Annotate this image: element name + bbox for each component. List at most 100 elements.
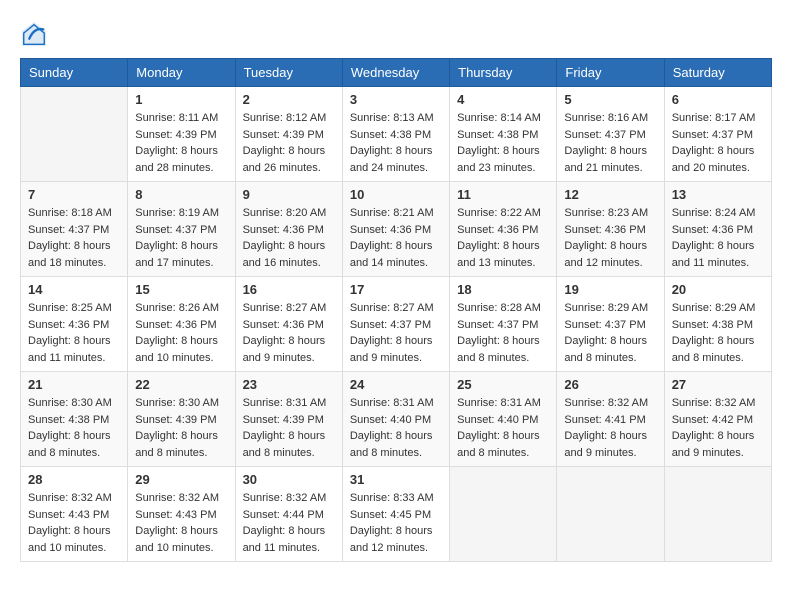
- day-info: Sunrise: 8:29 AM Sunset: 4:38 PM Dayligh…: [672, 300, 764, 366]
- calendar-cell: 4 Sunrise: 8:14 AM Sunset: 4:38 PM Dayli…: [450, 87, 557, 182]
- calendar-cell: 29 Sunrise: 8:32 AM Sunset: 4:43 PM Dayl…: [128, 467, 235, 562]
- daylight-label: Daylight: 8 hours and 8 minutes.: [350, 430, 433, 459]
- day-number: 20: [672, 282, 764, 297]
- day-number: 8: [135, 187, 227, 202]
- day-info: Sunrise: 8:27 AM Sunset: 4:37 PM Dayligh…: [350, 300, 442, 366]
- sunrise-label: Sunrise: 8:28 AM: [457, 302, 541, 314]
- calendar-cell: [664, 467, 771, 562]
- calendar-cell: 7 Sunrise: 8:18 AM Sunset: 4:37 PM Dayli…: [21, 182, 128, 277]
- day-info: Sunrise: 8:32 AM Sunset: 4:43 PM Dayligh…: [135, 490, 227, 556]
- day-info: Sunrise: 8:25 AM Sunset: 4:36 PM Dayligh…: [28, 300, 120, 366]
- sunrise-label: Sunrise: 8:25 AM: [28, 302, 112, 314]
- calendar-cell: 21 Sunrise: 8:30 AM Sunset: 4:38 PM Dayl…: [21, 372, 128, 467]
- sunset-label: Sunset: 4:39 PM: [135, 414, 216, 426]
- calendar-cell: 23 Sunrise: 8:31 AM Sunset: 4:39 PM Dayl…: [235, 372, 342, 467]
- sunset-label: Sunset: 4:39 PM: [243, 414, 324, 426]
- day-number: 4: [457, 92, 549, 107]
- day-info: Sunrise: 8:16 AM Sunset: 4:37 PM Dayligh…: [564, 110, 656, 176]
- calendar-cell: [21, 87, 128, 182]
- calendar-cell: 24 Sunrise: 8:31 AM Sunset: 4:40 PM Dayl…: [342, 372, 449, 467]
- daylight-label: Daylight: 8 hours and 14 minutes.: [350, 240, 433, 269]
- calendar-cell: 5 Sunrise: 8:16 AM Sunset: 4:37 PM Dayli…: [557, 87, 664, 182]
- daylight-label: Daylight: 8 hours and 11 minutes.: [243, 525, 326, 554]
- daylight-label: Daylight: 8 hours and 26 minutes.: [243, 145, 326, 174]
- daylight-label: Daylight: 8 hours and 9 minutes.: [564, 430, 647, 459]
- daylight-label: Daylight: 8 hours and 8 minutes.: [135, 430, 218, 459]
- calendar-cell: 10 Sunrise: 8:21 AM Sunset: 4:36 PM Dayl…: [342, 182, 449, 277]
- day-info: Sunrise: 8:27 AM Sunset: 4:36 PM Dayligh…: [243, 300, 335, 366]
- day-info: Sunrise: 8:31 AM Sunset: 4:40 PM Dayligh…: [350, 395, 442, 461]
- day-info: Sunrise: 8:32 AM Sunset: 4:43 PM Dayligh…: [28, 490, 120, 556]
- calendar-cell: 2 Sunrise: 8:12 AM Sunset: 4:39 PM Dayli…: [235, 87, 342, 182]
- daylight-label: Daylight: 8 hours and 9 minutes.: [243, 335, 326, 364]
- logo-icon: [20, 20, 48, 48]
- sunrise-label: Sunrise: 8:29 AM: [672, 302, 756, 314]
- daylight-label: Daylight: 8 hours and 10 minutes.: [135, 525, 218, 554]
- daylight-label: Daylight: 8 hours and 8 minutes.: [243, 430, 326, 459]
- sunset-label: Sunset: 4:37 PM: [564, 129, 645, 141]
- sunset-label: Sunset: 4:41 PM: [564, 414, 645, 426]
- sunrise-label: Sunrise: 8:26 AM: [135, 302, 219, 314]
- day-number: 19: [564, 282, 656, 297]
- sunrise-label: Sunrise: 8:19 AM: [135, 207, 219, 219]
- sunrise-label: Sunrise: 8:29 AM: [564, 302, 648, 314]
- sunrise-label: Sunrise: 8:30 AM: [28, 397, 112, 409]
- daylight-label: Daylight: 8 hours and 13 minutes.: [457, 240, 540, 269]
- daylight-label: Daylight: 8 hours and 10 minutes.: [135, 335, 218, 364]
- day-info: Sunrise: 8:24 AM Sunset: 4:36 PM Dayligh…: [672, 205, 764, 271]
- day-number: 6: [672, 92, 764, 107]
- calendar-cell: 13 Sunrise: 8:24 AM Sunset: 4:36 PM Dayl…: [664, 182, 771, 277]
- calendar-cell: 28 Sunrise: 8:32 AM Sunset: 4:43 PM Dayl…: [21, 467, 128, 562]
- sunset-label: Sunset: 4:36 PM: [350, 224, 431, 236]
- sunset-label: Sunset: 4:38 PM: [350, 129, 431, 141]
- day-number: 12: [564, 187, 656, 202]
- daylight-label: Daylight: 8 hours and 23 minutes.: [457, 145, 540, 174]
- daylight-label: Daylight: 8 hours and 21 minutes.: [564, 145, 647, 174]
- day-info: Sunrise: 8:20 AM Sunset: 4:36 PM Dayligh…: [243, 205, 335, 271]
- sunrise-label: Sunrise: 8:12 AM: [243, 112, 327, 124]
- calendar-cell: 18 Sunrise: 8:28 AM Sunset: 4:37 PM Dayl…: [450, 277, 557, 372]
- day-number: 15: [135, 282, 227, 297]
- sunset-label: Sunset: 4:42 PM: [672, 414, 753, 426]
- daylight-label: Daylight: 8 hours and 8 minutes.: [564, 335, 647, 364]
- sunrise-label: Sunrise: 8:20 AM: [243, 207, 327, 219]
- daylight-label: Daylight: 8 hours and 17 minutes.: [135, 240, 218, 269]
- day-info: Sunrise: 8:26 AM Sunset: 4:36 PM Dayligh…: [135, 300, 227, 366]
- sunset-label: Sunset: 4:44 PM: [243, 509, 324, 521]
- day-info: Sunrise: 8:12 AM Sunset: 4:39 PM Dayligh…: [243, 110, 335, 176]
- day-info: Sunrise: 8:19 AM Sunset: 4:37 PM Dayligh…: [135, 205, 227, 271]
- day-info: Sunrise: 8:30 AM Sunset: 4:39 PM Dayligh…: [135, 395, 227, 461]
- day-number: 25: [457, 377, 549, 392]
- sunset-label: Sunset: 4:37 PM: [564, 319, 645, 331]
- sunset-label: Sunset: 4:36 PM: [243, 319, 324, 331]
- day-number: 16: [243, 282, 335, 297]
- calendar-cell: [450, 467, 557, 562]
- day-of-week-header: Thursday: [450, 59, 557, 87]
- sunrise-label: Sunrise: 8:32 AM: [28, 492, 112, 504]
- sunset-label: Sunset: 4:45 PM: [350, 509, 431, 521]
- day-number: 21: [28, 377, 120, 392]
- sunrise-label: Sunrise: 8:23 AM: [564, 207, 648, 219]
- calendar-header-row: SundayMondayTuesdayWednesdayThursdayFrid…: [21, 59, 772, 87]
- day-number: 31: [350, 472, 442, 487]
- day-number: 27: [672, 377, 764, 392]
- calendar-cell: 3 Sunrise: 8:13 AM Sunset: 4:38 PM Dayli…: [342, 87, 449, 182]
- sunset-label: Sunset: 4:37 PM: [672, 129, 753, 141]
- sunrise-label: Sunrise: 8:16 AM: [564, 112, 648, 124]
- sunrise-label: Sunrise: 8:13 AM: [350, 112, 434, 124]
- daylight-label: Daylight: 8 hours and 12 minutes.: [564, 240, 647, 269]
- sunset-label: Sunset: 4:38 PM: [457, 129, 538, 141]
- sunrise-label: Sunrise: 8:18 AM: [28, 207, 112, 219]
- calendar-cell: 31 Sunrise: 8:33 AM Sunset: 4:45 PM Dayl…: [342, 467, 449, 562]
- calendar-cell: 22 Sunrise: 8:30 AM Sunset: 4:39 PM Dayl…: [128, 372, 235, 467]
- sunset-label: Sunset: 4:36 PM: [672, 224, 753, 236]
- daylight-label: Daylight: 8 hours and 12 minutes.: [350, 525, 433, 554]
- calendar-cell: 12 Sunrise: 8:23 AM Sunset: 4:36 PM Dayl…: [557, 182, 664, 277]
- daylight-label: Daylight: 8 hours and 8 minutes.: [672, 335, 755, 364]
- day-number: 2: [243, 92, 335, 107]
- day-of-week-header: Friday: [557, 59, 664, 87]
- sunrise-label: Sunrise: 8:30 AM: [135, 397, 219, 409]
- daylight-label: Daylight: 8 hours and 24 minutes.: [350, 145, 433, 174]
- day-info: Sunrise: 8:22 AM Sunset: 4:36 PM Dayligh…: [457, 205, 549, 271]
- day-number: 24: [350, 377, 442, 392]
